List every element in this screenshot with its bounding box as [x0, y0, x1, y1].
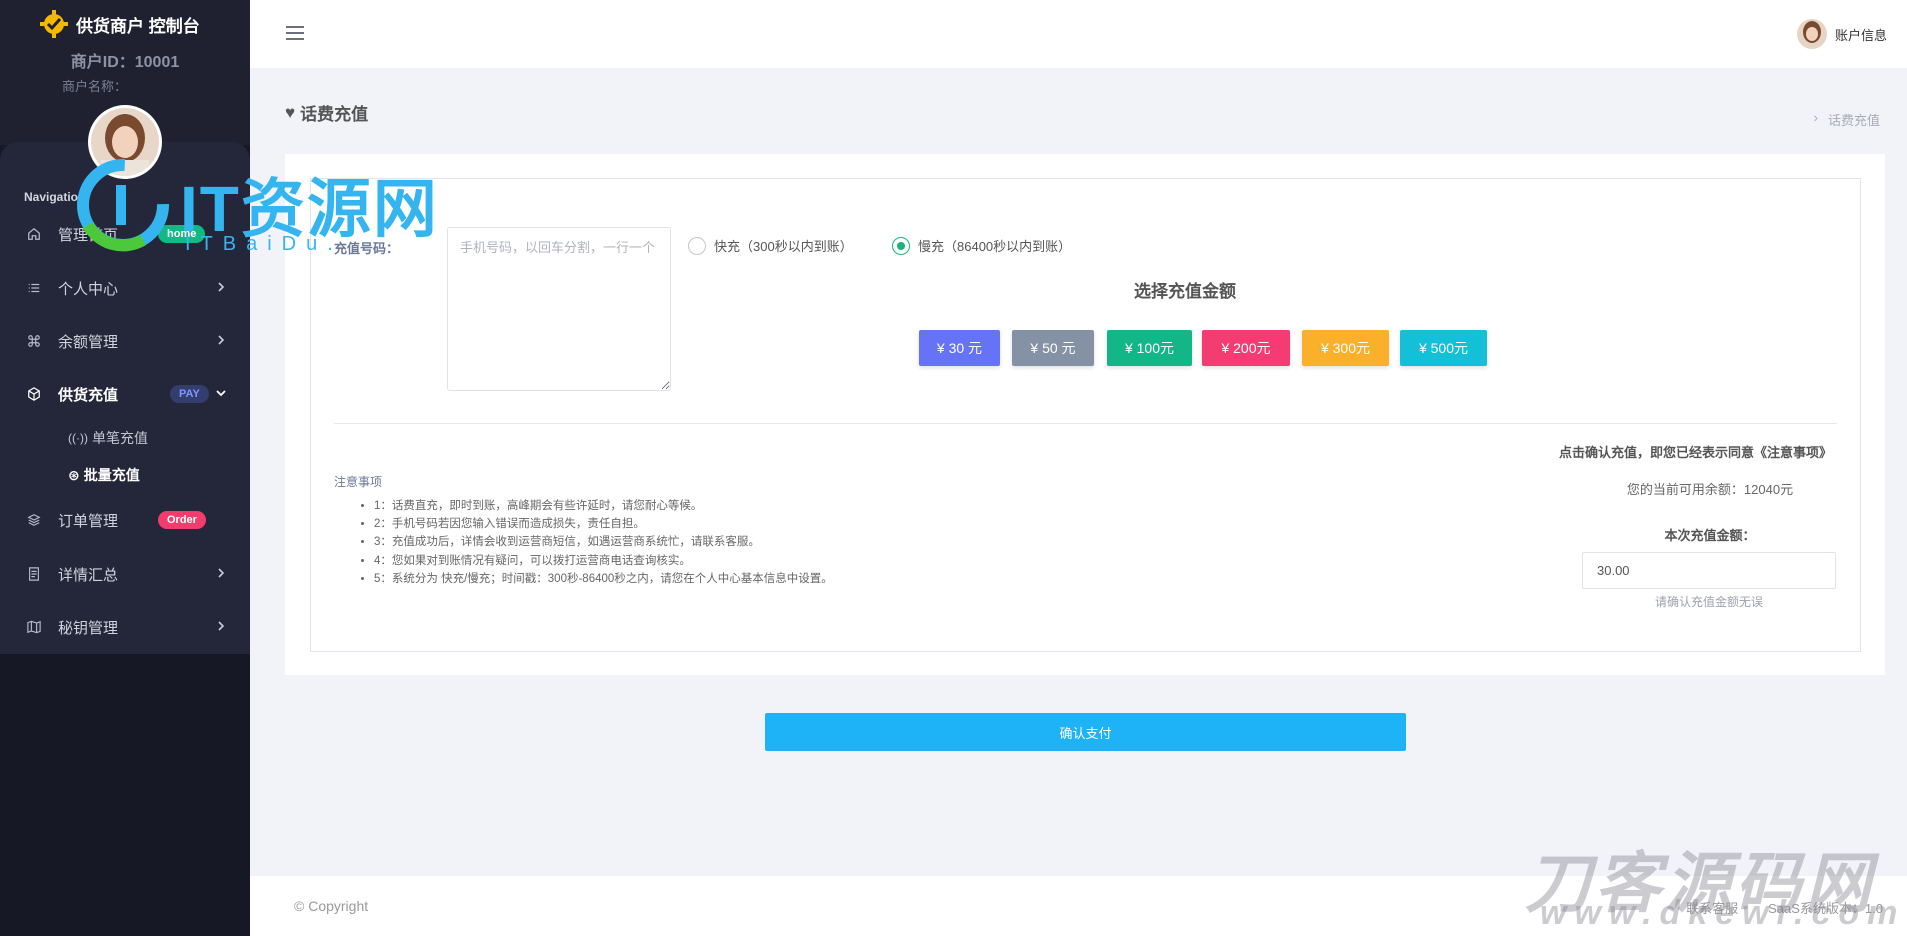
chevron-right-icon — [218, 282, 225, 292]
nav-item-label: 订单管理 — [58, 512, 119, 530]
avatar[interactable] — [88, 105, 162, 179]
note-item: 5：系统分为 快充/慢充；时间戳：300秒-86400秒之内，请您在个人中心基本… — [374, 570, 833, 588]
nav-item-label: 秘钥管理 — [58, 619, 119, 637]
heart-icon: ♥ — [285, 102, 296, 122]
radio-label: 快充（300秒以内到账） — [714, 239, 853, 254]
charge-amount-input[interactable] — [1582, 552, 1836, 589]
map-icon — [26, 619, 42, 635]
notes-list: 1：话费直充，即时到账，高峰期会有些许延时，请您耐心等候。 2：手机号码若因您输… — [374, 497, 833, 588]
charge-amount-label: 本次充值金额： — [1664, 528, 1756, 543]
radio-fast-recharge[interactable]: 快充（300秒以内到账） — [688, 236, 853, 255]
radio-slow-recharge[interactable]: 慢充（86400秒以内到账） — [892, 236, 1071, 255]
account-label: 账户信息 — [1834, 27, 1887, 43]
note-item: 1：话费直充，即时到账，高峰期会有些许延时，请您耐心等候。 — [374, 497, 833, 515]
sub-item-single-recharge[interactable]: ((·)) 单笔充值 — [68, 427, 148, 449]
nav-item-recharge[interactable]: 供货充值 PAY — [0, 374, 250, 414]
amount-button-500[interactable]: ¥ 500元 — [1400, 330, 1487, 366]
home-icon — [26, 226, 42, 242]
nav-item-keys[interactable]: 秘钥管理 — [0, 607, 250, 647]
gear-logo-icon — [40, 10, 68, 38]
charge-amount-hint: 请确认充值金额无误 — [1654, 595, 1763, 609]
amount-button-300[interactable]: ¥ 300元 — [1302, 330, 1389, 366]
nav-item-orders[interactable]: 订单管理 Order — [0, 500, 250, 540]
nav-item-label: 详情汇总 — [58, 566, 119, 584]
broadcast-icon: ((·)) — [68, 431, 88, 445]
order-badge: Order — [158, 511, 206, 529]
merchant-id: 商户ID：10001 — [70, 54, 180, 71]
chevron-right-icon — [218, 335, 225, 345]
watermark-it-subtext: ITBaiDu. — [185, 233, 343, 255]
amount-button-100[interactable]: ¥ 100元 — [1107, 330, 1192, 366]
amount-title: 选择充值金额 — [1134, 282, 1236, 301]
sub-item-label: 批量充值 — [83, 467, 140, 483]
sub-item-label: 单笔充值 — [91, 430, 148, 446]
amount-button-200[interactable]: ¥ 200元 — [1202, 330, 1290, 366]
nav-item-balance[interactable]: 余额管理 — [0, 321, 250, 361]
list-icon — [26, 280, 42, 296]
nav-item-label: 余额管理 — [58, 333, 119, 351]
document-icon — [26, 566, 42, 582]
balance-text: 您的当前可用余额：12040元 — [1626, 482, 1794, 497]
aperture-icon: ⊛ — [68, 466, 80, 483]
divider — [334, 423, 1837, 424]
breadcrumb-current: 话费充值 — [1827, 113, 1880, 128]
brand-title: 供货商户 控制台 — [76, 16, 200, 36]
amount-button-50[interactable]: ¥ 50 元 — [1012, 330, 1094, 366]
copyright: © Copyright — [294, 898, 369, 914]
topbar: 账户信息 — [250, 0, 1907, 68]
command-icon — [26, 333, 42, 349]
sidebar: 供货商户 控制台 商户ID：10001 商户名称： Navigation 管理首… — [0, 0, 250, 936]
pay-badge: PAY — [170, 385, 209, 403]
page-title: ♥ 话费充值 — [285, 100, 368, 125]
confirm-pay-button[interactable]: 确认支付 — [765, 713, 1406, 751]
chevron-down-icon — [216, 390, 226, 397]
merchant-name: 商户名称： — [62, 79, 128, 94]
nav-item-label: 管理首页 — [58, 226, 119, 244]
breadcrumb-separator: › — [1813, 110, 1818, 125]
nav-item-label: 供货充值 — [58, 386, 119, 404]
radio-circle — [688, 236, 706, 255]
phone-numbers-textarea[interactable] — [447, 227, 671, 391]
chevron-right-icon — [218, 621, 225, 631]
account-avatar — [1796, 19, 1827, 49]
note-item: 2：手机号码若因您输入错误而造成损失，责任自担。 — [374, 515, 833, 533]
nav-item-summary[interactable]: 详情汇总 — [0, 554, 250, 594]
agree-notice: 点击确认充值，即您已经表示同意《注意事项》 — [1558, 445, 1832, 460]
avatar-image — [91, 108, 159, 176]
watermark-dk-url: www.dkewl.com — [1540, 894, 1906, 932]
nav-heading: Navigation — [24, 190, 86, 204]
account-menu[interactable]: 账户信息 — [1796, 19, 1887, 49]
breadcrumb: › 话费充值 — [1814, 110, 1880, 129]
radio-circle-checked — [892, 236, 910, 255]
layers-icon — [26, 512, 42, 528]
notes-title: 注意事项 — [334, 475, 383, 489]
menu-toggle-icon[interactable] — [286, 26, 304, 40]
page-title-text: 话费充值 — [300, 105, 369, 124]
radio-label: 慢充（86400秒以内到账） — [918, 239, 1072, 254]
nav-item-profile[interactable]: 个人中心 — [0, 268, 250, 308]
box-icon — [26, 386, 42, 402]
sub-item-batch-recharge[interactable]: ⊛ 批量充值 — [68, 464, 140, 486]
amount-button-30[interactable]: ¥ 30 元 — [919, 330, 1000, 366]
brand[interactable]: 供货商户 控制台 — [40, 10, 200, 38]
nav-item-label: 个人中心 — [58, 280, 119, 298]
note-item: 3：充值成功后，详情会收到运营商短信，如遇运营商系统忙，请联系客服。 — [374, 533, 833, 551]
chevron-right-icon — [218, 568, 225, 578]
note-item: 4：您如果对到账情况有疑问，可以拨打运营商电话查询核实。 — [374, 552, 833, 570]
